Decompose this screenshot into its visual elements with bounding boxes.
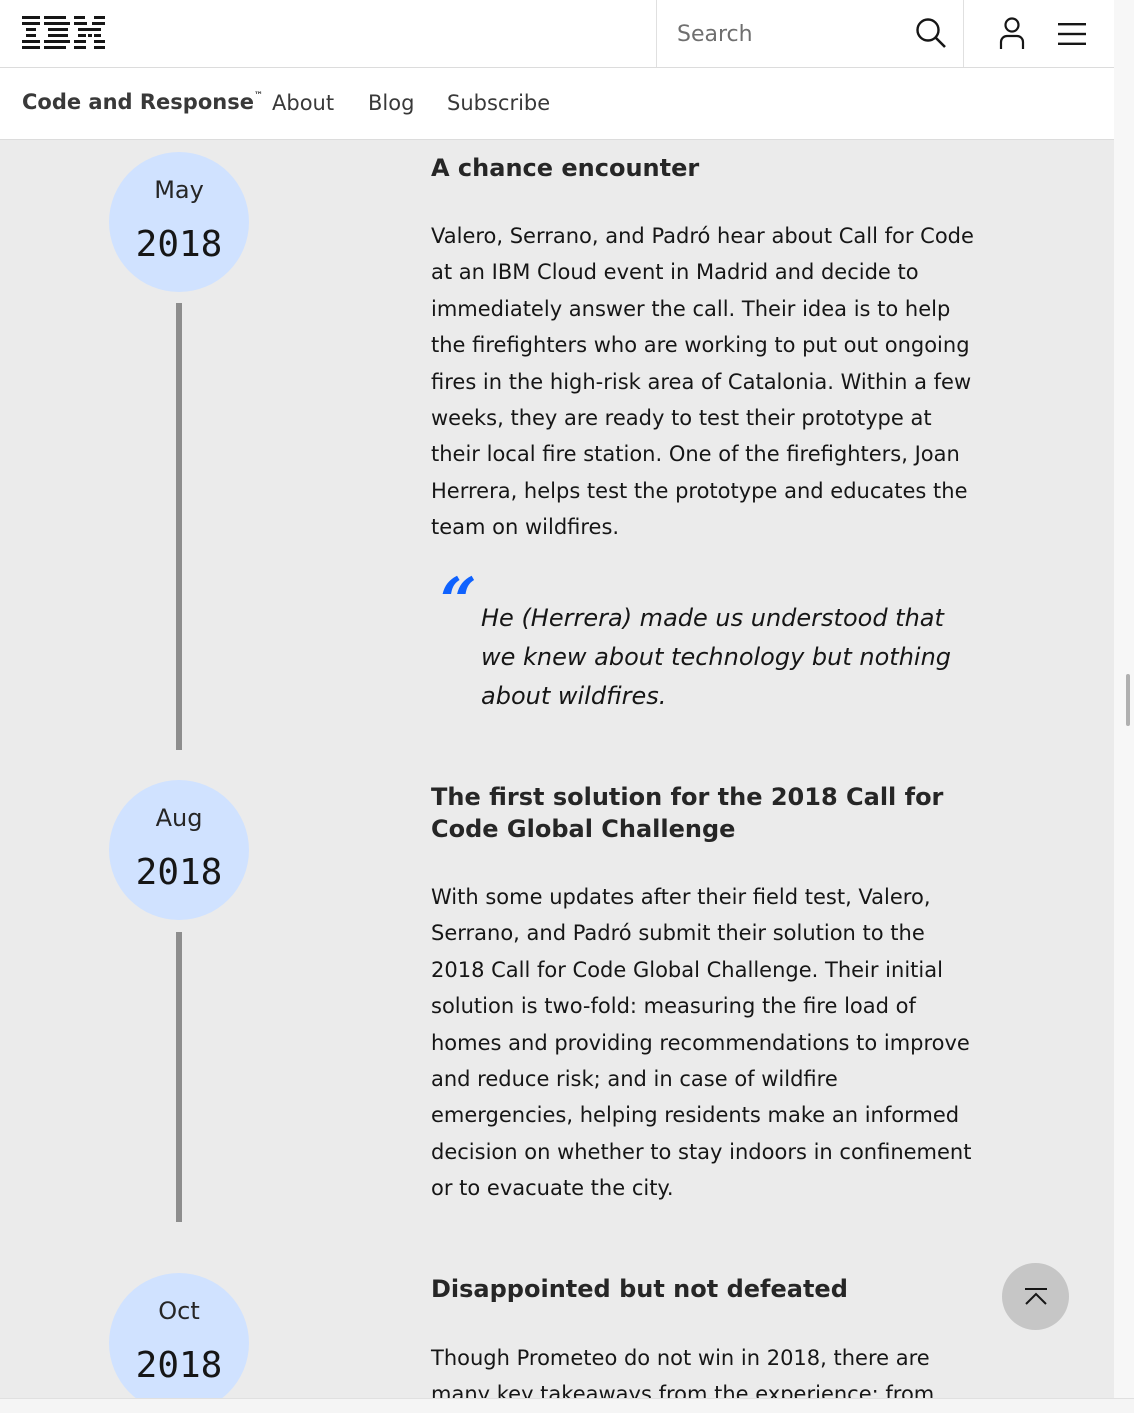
menu-icon[interactable]	[1056, 20, 1088, 48]
brand-label: Code and Response	[22, 90, 254, 114]
trademark-mark: ™	[253, 91, 263, 101]
timeline: May 2018 A chance encounter Valero, Serr…	[0, 140, 1114, 1398]
timeline-connector	[176, 932, 182, 1222]
user-icon[interactable]	[996, 16, 1028, 50]
nav-link-about[interactable]: About	[272, 91, 334, 115]
date-month: Oct	[158, 1297, 200, 1325]
date-month: Aug	[155, 804, 203, 832]
pull-quote: He (Herrera) made us understood that we …	[481, 604, 952, 710]
date-badge-may-2018: May 2018	[109, 152, 249, 292]
masthead	[0, 0, 1114, 68]
scrollbar-thumb[interactable]	[1126, 674, 1130, 726]
search-icon[interactable]	[915, 17, 947, 49]
date-year: 2018	[135, 1345, 223, 1386]
vertical-scrollbar[interactable]	[1114, 0, 1134, 1412]
back-to-top-button[interactable]	[1002, 1263, 1069, 1330]
entry-body: Though Prometeo do not win in 2018, ther…	[431, 1346, 935, 1398]
nav-link-subscribe[interactable]: Subscribe	[447, 91, 550, 115]
entry-title: The first solution for the 2018 Call for…	[431, 783, 944, 843]
date-badge-aug-2018: Aug 2018	[109, 780, 249, 920]
date-badge-oct-2018: Oct 2018	[109, 1273, 249, 1398]
search-input[interactable]	[675, 16, 899, 52]
nav-link-blog[interactable]: Blog	[368, 91, 414, 115]
entry-body: With some updates after their field test…	[431, 885, 972, 1201]
sub-navigation: Code and Response™ About Blog Subscribe	[0, 68, 1114, 140]
horizontal-scrollbar[interactable]	[0, 1398, 1134, 1413]
quote-mark-icon: “	[440, 564, 477, 639]
entry-title: Disappointed but not defeated	[431, 1275, 848, 1303]
back-to-top-icon	[1025, 1288, 1047, 1305]
date-year: 2018	[135, 852, 223, 893]
ibm-logo[interactable]	[22, 14, 106, 50]
date-year: 2018	[135, 224, 223, 265]
search-box	[656, 0, 964, 67]
date-month: May	[154, 176, 204, 204]
entry-title: A chance encounter	[431, 154, 700, 182]
entry-body: Valero, Serrano, and Padró hear about Ca…	[431, 224, 974, 540]
site-brand[interactable]: Code and Response™	[22, 90, 263, 114]
timeline-connector	[176, 303, 182, 750]
